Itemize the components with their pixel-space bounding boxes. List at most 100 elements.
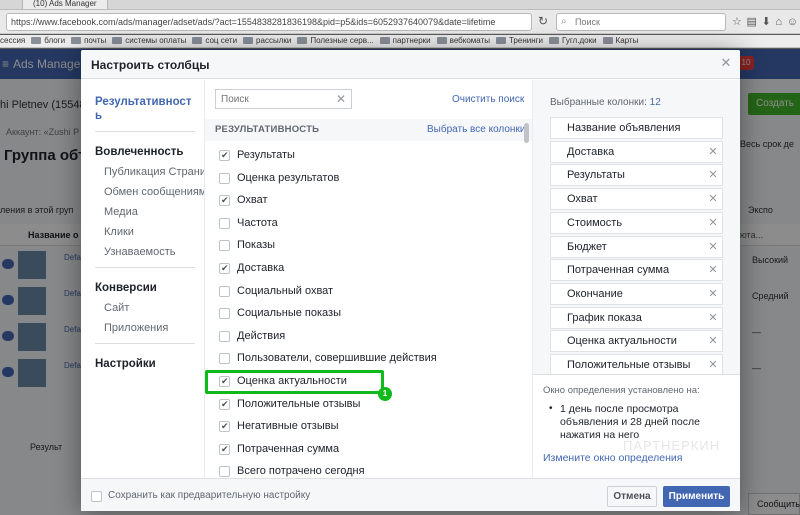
checkbox-unchecked[interactable]	[219, 466, 230, 478]
remove-icon[interactable]: ✕	[707, 263, 719, 277]
cancel-button[interactable]: Отмена	[607, 486, 657, 507]
nav-heading-engagement[interactable]: Вовлеченность	[95, 146, 183, 158]
column-option-label: Потраченная сумма	[237, 442, 340, 455]
bookmark-folder[interactable]: вебкоматы	[436, 35, 490, 47]
selected-column-item[interactable]: Бюджет ✕	[550, 235, 723, 258]
column-option-label: Социальный охват	[237, 284, 334, 297]
nav-heading-settings[interactable]: Настройки	[95, 358, 156, 370]
selected-column-item[interactable]: Доставка ✕	[550, 140, 723, 163]
bookmark-label: Полезные серв...	[310, 36, 374, 45]
nav-item-awareness[interactable]: Узнаваемость	[104, 246, 204, 258]
remove-icon[interactable]: ✕	[707, 240, 719, 254]
column-option[interactable]: Показы	[219, 237, 519, 255]
nav-heading-conversions[interactable]: Конверсии	[95, 282, 157, 294]
selected-column-item[interactable]: Окончание ✕	[550, 282, 723, 305]
select-all-link[interactable]: Выбрать все колонки	[427, 124, 525, 135]
checkbox-unchecked[interactable]	[219, 308, 230, 320]
bookmark-folder[interactable]: Гугл.доки	[549, 35, 597, 47]
home-icon[interactable]: ⌂	[775, 15, 782, 29]
scrollbar[interactable]	[524, 123, 529, 143]
star-icon[interactable]: ☆	[732, 15, 742, 29]
checkbox-checked[interactable]	[219, 195, 230, 207]
nav-item-apps[interactable]: Приложения	[104, 322, 204, 334]
column-option[interactable]: Потраченная сумма	[219, 441, 519, 459]
column-option[interactable]: Оценка результатов	[219, 170, 519, 188]
checkbox-checked[interactable]	[219, 443, 230, 455]
remove-icon[interactable]: ✕	[707, 287, 719, 301]
bookmark-folder[interactable]: Карты	[602, 35, 638, 47]
column-option-label: Результаты	[237, 149, 295, 161]
selected-column-item[interactable]: Оценка актуальности ✕	[550, 330, 723, 353]
bookmark-label: почты	[84, 36, 107, 45]
checkbox-unchecked[interactable]	[219, 353, 230, 365]
browser-tab[interactable]: (10) Ads Manager	[22, 0, 108, 9]
column-option[interactable]: Всего потрачено сегодня	[219, 463, 519, 478]
column-option[interactable]: Социальный охват	[219, 283, 519, 301]
remove-icon[interactable]: ✕	[707, 334, 719, 348]
nav-item-clicks[interactable]: Клики	[104, 226, 204, 238]
bookmark-folder[interactable]: соц сети	[192, 35, 237, 47]
checkbox-unchecked[interactable]	[219, 240, 230, 252]
column-option[interactable]: Охват	[219, 192, 519, 210]
bookmark-folder[interactable]: сессия	[0, 35, 25, 47]
remove-icon[interactable]: ✕	[707, 216, 719, 230]
remove-icon[interactable]: ✕	[707, 192, 719, 206]
column-option[interactable]: Частота	[219, 215, 519, 233]
nav-item-website[interactable]: Сайт	[104, 302, 204, 314]
apply-button[interactable]: Применить	[663, 486, 730, 507]
checkbox-unchecked[interactable]	[219, 217, 230, 229]
reading-list-icon[interactable]: ▤	[747, 15, 757, 29]
remove-icon[interactable]: ✕	[707, 145, 719, 159]
selected-column-item[interactable]: Охват ✕	[550, 188, 723, 211]
bookmark-folder[interactable]: рассылки	[243, 35, 291, 47]
bookmark-folder[interactable]: блоги	[31, 35, 65, 47]
column-option[interactable]: Социальные показы	[219, 305, 519, 323]
checkbox-unchecked[interactable]	[219, 330, 230, 342]
selected-column-item[interactable]: Название объявления	[550, 117, 723, 139]
column-option[interactable]: Негативные отзывы	[219, 418, 519, 436]
selected-column-item[interactable]: График показа ✕	[550, 306, 723, 329]
column-option[interactable]: Пользователи, совершившие действия	[219, 350, 519, 368]
column-option[interactable]: Доставка	[219, 260, 519, 278]
column-option[interactable]: Результаты	[219, 147, 519, 165]
nav-item-page-post[interactable]: Публикация Страни	[104, 166, 204, 178]
clear-search-link[interactable]: Очистить поиск	[452, 94, 524, 105]
close-icon[interactable]: ✕	[719, 56, 733, 70]
checkbox-checked[interactable]	[219, 398, 230, 410]
remove-icon[interactable]: ✕	[707, 311, 719, 325]
selected-column-item[interactable]: Стоимость ✕	[550, 211, 723, 234]
selected-column-item[interactable]: Результаты ✕	[550, 164, 723, 187]
checkbox-checked[interactable]	[219, 150, 230, 161]
bookmark-folder[interactable]: системы оплаты	[112, 35, 186, 47]
save-preset-checkbox[interactable]	[91, 491, 102, 502]
checkbox-checked[interactable]	[219, 263, 230, 274]
selected-column-label: Потраченная сумма	[567, 264, 670, 277]
remove-icon[interactable]: ✕	[707, 168, 719, 182]
smiley-icon[interactable]: ☺	[787, 15, 798, 29]
selected-column-item[interactable]: Положительные отзывы ✕	[550, 354, 723, 376]
bookmark-label: партнерки	[392, 36, 431, 45]
checkbox-unchecked[interactable]	[219, 172, 230, 184]
column-option[interactable]: Положительные отзывы	[219, 396, 519, 414]
nav-item-performance[interactable]: Результативность	[95, 95, 195, 123]
browser-search-input[interactable]: ⌕ Поиск	[556, 13, 726, 31]
bookmark-folder[interactable]: Тренинги	[495, 35, 543, 47]
remove-icon[interactable]: ✕	[707, 358, 719, 372]
clear-input-icon[interactable]: ✕	[335, 92, 347, 106]
bookmark-folder[interactable]: Полезные серв...	[297, 35, 374, 47]
nav-item-media[interactable]: Медиа	[104, 206, 204, 218]
selected-column-item[interactable]: Потраченная сумма ✕	[550, 259, 723, 282]
reload-icon[interactable]: ↻	[538, 15, 550, 27]
nav-item-messaging[interactable]: Обмен сообщениями	[104, 186, 204, 198]
column-search-input[interactable]	[215, 89, 352, 109]
download-icon[interactable]: ⬇	[762, 15, 771, 29]
bookmark-folder[interactable]: почты	[71, 35, 106, 47]
bookmark-folder[interactable]: партнерки	[379, 35, 431, 47]
customize-columns-dialog: Настроить столбцы ✕ Результативность Вов…	[81, 50, 740, 511]
folder-icon	[243, 37, 254, 44]
address-bar[interactable]: https://www.facebook.com/ads/manager/ads…	[6, 13, 532, 31]
change-attribution-link[interactable]: Измените окно определения	[543, 452, 682, 464]
column-option[interactable]: Действия	[219, 328, 519, 346]
checkbox-checked[interactable]	[219, 421, 230, 433]
checkbox-unchecked[interactable]	[219, 285, 230, 297]
